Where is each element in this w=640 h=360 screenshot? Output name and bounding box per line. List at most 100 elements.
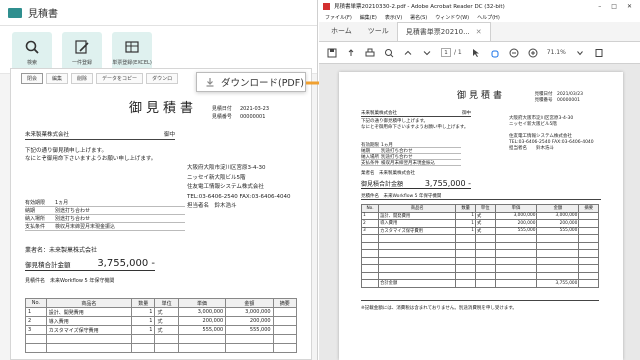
app-title-bar: 見積書: [0, 0, 317, 26]
single-register-button[interactable]: 一件登録: [62, 32, 102, 72]
table-header-cell: 金額: [225, 298, 274, 308]
table-row: 合計金額 3,755,000: [360, 279, 599, 288]
menu-edit[interactable]: 編集(E): [360, 14, 377, 21]
table-row: 3 カスタマイズ保守費用 1 式 555,000 555,000: [360, 226, 599, 235]
table-cell: [578, 264, 599, 273]
excel-register-button[interactable]: 単票登録(EXCEL): [112, 32, 152, 72]
menu-view[interactable]: 表示(V): [385, 14, 402, 21]
table-cell: [536, 241, 580, 250]
table-cell: 555,000: [536, 226, 580, 235]
zoom-level[interactable]: 71.1%: [547, 49, 566, 56]
menu-help[interactable]: ヘルプ(H): [477, 14, 500, 21]
table-cell: 導入費用: [378, 219, 457, 228]
search-tool-label: 検索: [26, 59, 37, 66]
table-header-cell: 摘要: [578, 204, 599, 213]
pdf-meta: 見積日付 2021/03/23 見積番号 00000001: [535, 92, 583, 104]
table-cell: 式: [474, 211, 496, 220]
download-pdf-button[interactable]: ダウンロード(PDF): [196, 72, 306, 92]
pdf-term-key: 有効期限: [361, 143, 379, 148]
close-icon[interactable]: ✕: [627, 3, 632, 10]
zoom-out-icon[interactable]: [509, 48, 519, 58]
table-cell: 合計金額: [378, 279, 457, 288]
delete-doc-button[interactable]: 削除: [71, 72, 94, 84]
page-down-icon[interactable]: [422, 48, 432, 58]
single-register-box[interactable]: 一件登録: [62, 32, 102, 72]
company-info: 大阪府大阪市淀川区宮原3-4-30 ニッセイ新大阪ビル5階 住友電工情報システム…: [187, 164, 290, 212]
pdf-total: 御見積合計金額 3,755,000 -: [361, 179, 471, 189]
menu-file[interactable]: ファイル(F): [325, 14, 352, 21]
term-key: 納入場所: [25, 216, 46, 222]
pdf-term-key: 納入場所: [361, 155, 379, 160]
chevron-down-icon[interactable]: [575, 48, 585, 58]
table-cell: 3: [25, 325, 47, 335]
table-row: [360, 256, 599, 265]
close-tab-icon[interactable]: ✕: [476, 28, 482, 36]
app-logo-icon: [8, 7, 22, 18]
tab-home[interactable]: ホーム: [323, 26, 360, 41]
page-number-input[interactable]: 1: [441, 48, 451, 57]
table-cell: [45, 343, 133, 353]
zoom-in-icon[interactable]: [528, 48, 538, 58]
table-header-cell: 単価: [177, 298, 227, 308]
table-cell: [578, 241, 599, 250]
search-tool-button[interactable]: 検索: [12, 32, 52, 72]
table-cell: [177, 343, 227, 353]
pdf-total-label: 御見積合計金額: [361, 181, 404, 188]
table-cell: [455, 256, 476, 265]
term-row: 納期 別途打ち合わせ: [25, 207, 185, 215]
search-tool-box[interactable]: 検索: [12, 32, 52, 72]
save-icon[interactable]: [327, 48, 337, 58]
tab-tools[interactable]: ツール: [360, 26, 397, 41]
excel-register-label: 単票登録(EXCEL): [112, 59, 152, 66]
copy-data-button[interactable]: データをコピー: [96, 72, 144, 84]
minimize-icon[interactable]: –: [598, 3, 601, 10]
table-cell: [225, 334, 274, 344]
estimate-number: 00000001: [239, 114, 266, 120]
table-row: 3 カスタマイズ保守費用 1 式 555,000 555,000: [25, 325, 298, 335]
tab-document[interactable]: 見積書単票20210... ✕: [396, 22, 491, 41]
table-row: 2 導入費用 1 式 200,000 200,000: [25, 316, 298, 326]
table-cell: 1: [455, 226, 476, 235]
table-cell: [494, 264, 538, 273]
maximize-icon[interactable]: □: [611, 3, 617, 10]
excel-register-box[interactable]: 単票登録(EXCEL): [112, 32, 152, 72]
hand-icon[interactable]: [490, 48, 500, 58]
table-cell: [378, 271, 457, 280]
table-header-cell: 数量: [455, 204, 476, 213]
table-row: [25, 334, 298, 344]
intro-line-2: なにとぞ御用命下さいますようお願い申し上げます。: [25, 156, 157, 162]
table-cell: カスタマイズ保守費用: [378, 226, 457, 235]
company-line: 大阪府大阪市淀川区宮原3-4-30: [187, 165, 266, 171]
table-cell: 555,000: [225, 325, 274, 335]
zoom-search-icon[interactable]: [384, 48, 394, 58]
menu-sign[interactable]: 署名(S): [410, 14, 427, 21]
table-header-cell: 摘要: [272, 298, 298, 308]
table-header-cell: 単価: [494, 204, 538, 213]
table-cell: [455, 234, 476, 243]
project-name: 見積件名 未来Workflow 5 年保守機関: [25, 278, 115, 284]
menu-bar: ファイル(F) 編集(E) 表示(V) 署名(S) ウィンドウ(W) ヘルプ(H…: [319, 12, 640, 22]
page-up-icon[interactable]: [403, 48, 413, 58]
table-row: [25, 343, 298, 353]
table-cell: 555,000: [494, 226, 538, 235]
menu-window[interactable]: ウィンドウ(W): [435, 14, 469, 21]
table-cell: [360, 241, 380, 250]
table-cell: [378, 241, 457, 250]
cursor-icon[interactable]: [471, 48, 481, 58]
pdf-customer-name: 未来製菓株式会社: [361, 111, 397, 116]
edit-doc-button[interactable]: 編集: [46, 72, 69, 84]
table-cell: 式: [474, 226, 496, 235]
table-cell: [494, 241, 538, 250]
download-doc-button[interactable]: ダウンロ: [146, 72, 179, 84]
more-tools-icon[interactable]: [594, 48, 604, 58]
upload-icon[interactable]: [346, 48, 356, 58]
table-cell: [455, 241, 476, 250]
estimate-number-label: 見積番号: [211, 114, 232, 120]
table-cell: 1: [131, 316, 156, 326]
search-icon: [25, 40, 39, 54]
print-icon[interactable]: [365, 48, 375, 58]
close-doc-button[interactable]: 閉会: [21, 72, 44, 84]
table-row: [360, 241, 599, 250]
term-key: 納期: [25, 208, 36, 214]
pdf-term-value: 別途打ち合わせ: [381, 155, 413, 160]
